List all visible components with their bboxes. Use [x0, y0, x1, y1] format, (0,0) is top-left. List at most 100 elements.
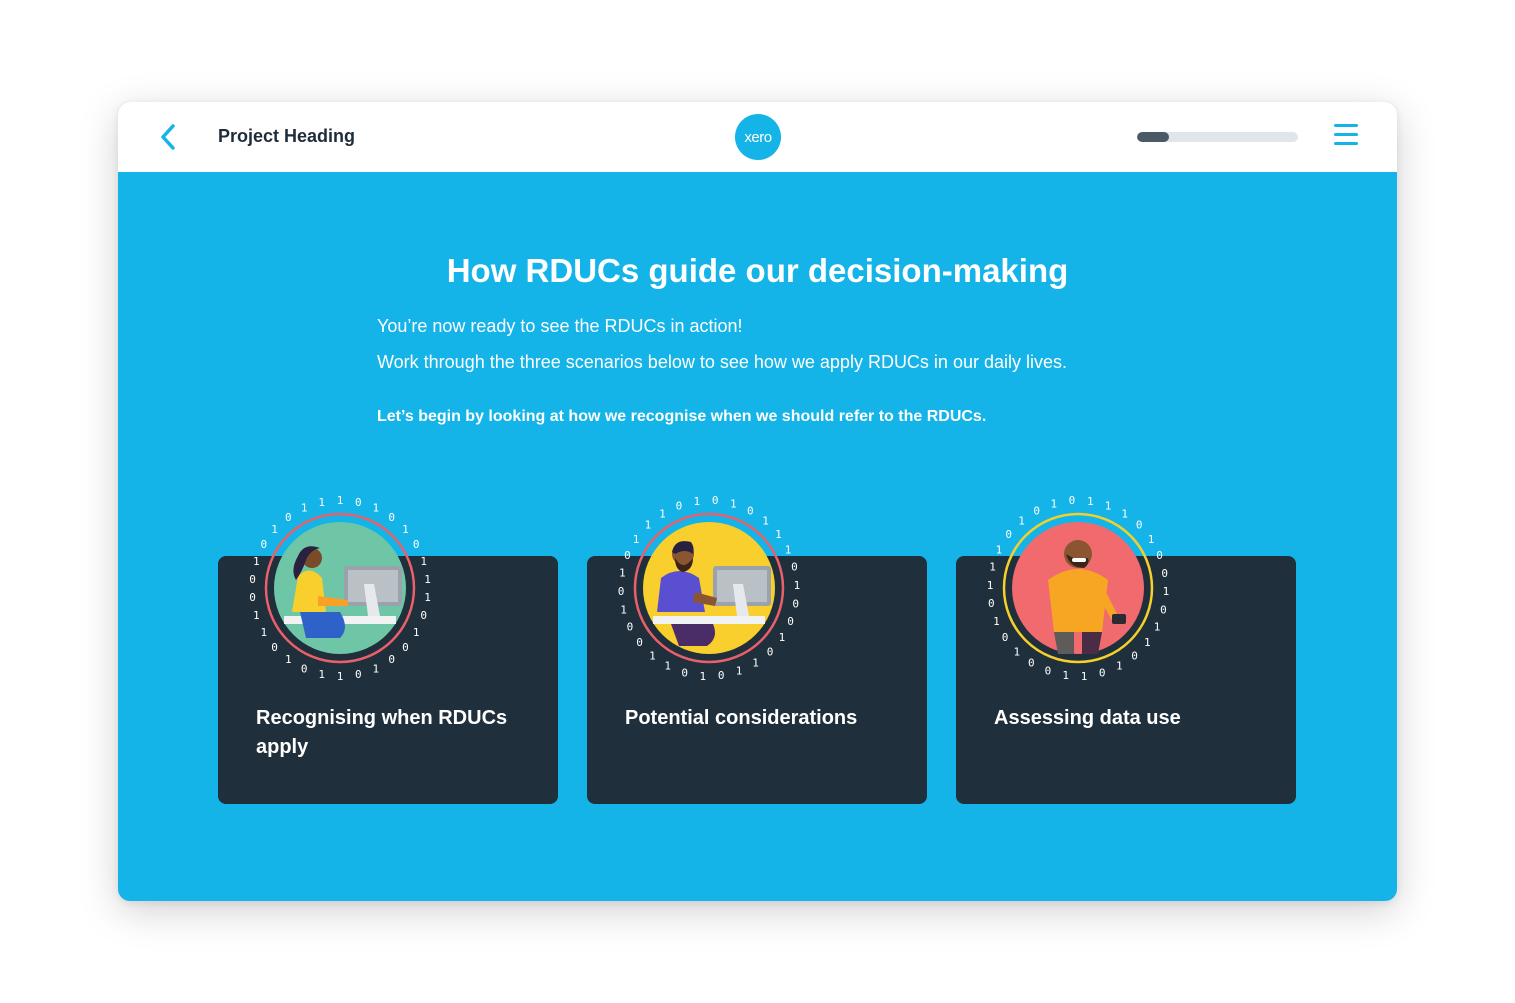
binary-digit-icon: 1 — [301, 502, 308, 515]
binary-digit-icon: 0 — [1160, 603, 1167, 616]
binary-digit-icon: 0 — [1028, 657, 1035, 670]
binary-digit-icon: 1 — [730, 497, 737, 510]
binary-digit-icon: 0 — [676, 499, 683, 512]
binary-digit-icon: 1 — [420, 555, 427, 568]
binary-digit-icon: 0 — [388, 653, 395, 666]
binary-digit-icon: 0 — [636, 636, 643, 649]
binary-digit-icon: 1 — [664, 660, 671, 673]
binary-digit-icon: 1 — [1062, 669, 1069, 682]
intro-line-1: You’re now ready to see the RDUCs in act… — [377, 316, 743, 336]
card-label: Recognising when RDUCs apply — [256, 707, 508, 758]
binary-digit-icon: 0 — [285, 511, 292, 524]
binary-digit-icon: 0 — [1131, 649, 1138, 662]
binary-digit-icon: 1 — [424, 591, 431, 604]
binary-digit-icon: 1 — [413, 626, 420, 639]
hamburger-menu-button[interactable] — [1334, 122, 1360, 148]
binary-digit-icon: 0 — [618, 585, 625, 598]
progress-fill — [1137, 132, 1170, 142]
binary-digit-icon: 1 — [337, 670, 344, 683]
binary-digit-icon: 0 — [791, 561, 798, 574]
binary-digit-icon: 0 — [260, 538, 267, 551]
binary-digit-icon: 0 — [402, 641, 409, 654]
binary-digit-icon: 1 — [253, 609, 260, 622]
binary-digit-icon: 0 — [747, 504, 754, 517]
binary-digit-icon: 1 — [762, 515, 769, 528]
binary-digit-icon: 0 — [249, 573, 256, 586]
menu-line-icon — [1334, 142, 1358, 145]
card-label: Potential considerations — [625, 707, 858, 729]
progress-bar — [1137, 132, 1298, 142]
binary-digit-icon: 1 — [775, 528, 782, 541]
binary-digit-icon: 1 — [1050, 497, 1057, 510]
binary-digit-icon: 1 — [402, 523, 409, 536]
chevron-left-icon — [161, 124, 175, 150]
binary-digit-icon: 1 — [424, 573, 431, 586]
binary-digit-icon: 1 — [794, 579, 801, 592]
binary-digit-icon: 1 — [318, 668, 325, 681]
binary-digit-icon: 1 — [785, 543, 792, 556]
binary-digit-icon: 0 — [1045, 665, 1052, 678]
binary-digit-icon: 1 — [1018, 515, 1025, 528]
bearded-person-at-desk-icon: 010111010010110101100101011101 — [609, 488, 809, 688]
binary-digit-icon: 1 — [619, 567, 626, 580]
intro-line-2: Work through the three scenarios below t… — [377, 352, 1067, 372]
person-on-phone-icon: 111010010110101100101011101010 — [978, 488, 1178, 688]
binary-digit-icon: 1 — [989, 561, 996, 574]
binary-digit-icon: 1 — [1154, 621, 1161, 634]
binary-digit-icon: 1 — [620, 603, 627, 616]
intro-instruction: Let’s begin by looking at how we recogni… — [377, 408, 987, 425]
binary-digit-icon: 1 — [337, 494, 344, 507]
binary-digit-icon: 0 — [301, 662, 308, 675]
binary-digit-icon: 0 — [767, 645, 774, 658]
binary-digit-icon: 1 — [693, 495, 700, 508]
binary-digit-icon: 1 — [633, 533, 640, 546]
binary-digit-icon: 1 — [253, 555, 260, 568]
binary-digit-icon: 0 — [988, 597, 995, 610]
binary-digit-icon: 0 — [355, 496, 362, 509]
binary-digit-icon: 1 — [736, 665, 743, 678]
binary-digit-icon: 1 — [1087, 495, 1094, 508]
binary-digit-icon: 1 — [987, 579, 994, 592]
binary-digit-icon: 0 — [420, 609, 427, 622]
card-label: Assessing data use — [994, 707, 1181, 729]
binary-digit-icon: 1 — [752, 657, 759, 670]
project-heading: Project Heading — [218, 126, 356, 146]
binary-digit-icon: 1 — [372, 662, 379, 675]
binary-digit-icon: 0 — [249, 591, 256, 604]
binary-digit-icon: 1 — [1148, 533, 1155, 546]
binary-digit-icon: 0 — [1161, 567, 1168, 580]
binary-digit-icon: 0 — [681, 667, 688, 680]
binary-digit-icon: 1 — [996, 543, 1003, 556]
app-window: Project Heading xero How RDUCs guide our… — [118, 102, 1397, 901]
page-title: How RDUCs guide our decision-making — [446, 252, 1069, 289]
binary-digit-icon: 0 — [1033, 504, 1040, 517]
person-at-desk-icon: 101010111010010110101100101011 — [240, 488, 440, 688]
binary-digit-icon: 1 — [1013, 645, 1020, 658]
binary-digit-icon: 0 — [792, 597, 799, 610]
binary-digit-icon: 1 — [659, 507, 666, 520]
back-button[interactable] — [154, 120, 182, 154]
logo-text: xero — [744, 128, 772, 146]
binary-digit-icon: 1 — [779, 631, 786, 644]
binary-digit-icon: 0 — [1002, 631, 1009, 644]
binary-digit-icon: 0 — [413, 538, 420, 551]
binary-digit-icon: 1 — [1081, 670, 1088, 683]
binary-digit-icon: 1 — [699, 670, 706, 683]
binary-digit-icon: 1 — [260, 626, 267, 639]
binary-digit-icon: 0 — [712, 494, 719, 507]
binary-digit-icon: 1 — [318, 496, 325, 509]
binary-digit-icon: 1 — [285, 653, 292, 666]
top-bar: Project Heading xero — [118, 102, 1397, 172]
binary-digit-icon: 0 — [1005, 528, 1012, 541]
binary-digit-icon: 1 — [645, 519, 652, 532]
binary-digit-icon: 1 — [372, 502, 379, 515]
binary-digit-icon: 0 — [1099, 667, 1106, 680]
binary-digit-icon: 1 — [1121, 507, 1128, 520]
binary-digit-icon: 1 — [649, 649, 656, 662]
binary-digit-icon: 0 — [1136, 519, 1143, 532]
binary-digit-icon: 0 — [271, 641, 278, 654]
binary-digit-icon: 1 — [993, 615, 1000, 628]
binary-digit-icon: 0 — [1069, 494, 1076, 507]
binary-digit-icon: 0 — [787, 615, 794, 628]
menu-line-icon — [1334, 124, 1358, 127]
